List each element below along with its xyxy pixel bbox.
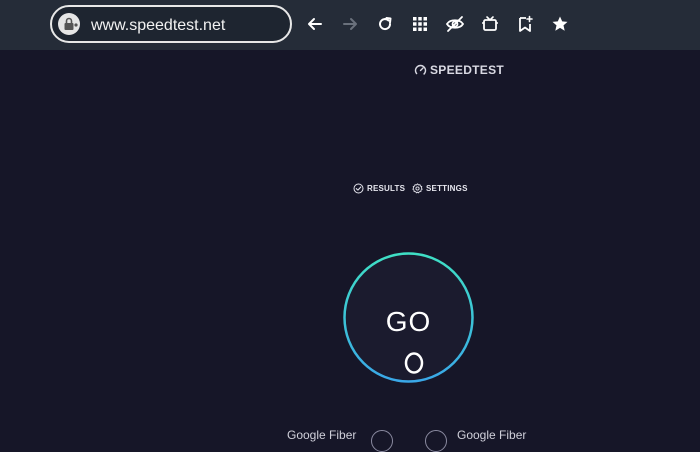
reload-icon[interactable] [372, 11, 398, 37]
eye-off-icon[interactable] [442, 11, 468, 37]
isp-icon [371, 430, 393, 452]
star-icon[interactable] [547, 11, 573, 37]
back-icon[interactable] [302, 11, 328, 37]
url-text[interactable]: www.speedtest.net [91, 17, 225, 35]
gear-icon [412, 182, 423, 193]
check-circle-icon [353, 183, 364, 193]
bookmark-add-icon[interactable] [512, 11, 538, 37]
speedtest-logo[interactable]: SPEEDTEST [414, 62, 504, 78]
settings-label: SETTINGS [426, 183, 468, 193]
tv-icon[interactable] [477, 11, 503, 37]
server-icon [425, 430, 447, 452]
isp-name: Google Fiber [287, 428, 357, 442]
go-label[interactable]: GO [343, 306, 474, 338]
forward-icon[interactable] [337, 11, 363, 37]
speedometer-icon [414, 64, 427, 76]
lock-icon[interactable] [58, 13, 80, 35]
results-label: RESULTS [367, 183, 406, 193]
results-link[interactable]: RESULTS [353, 181, 405, 195]
browser-toolbar: www.speedtest.net [0, 0, 700, 50]
go-indicator [404, 352, 424, 374]
brand-text: SPEEDTEST [430, 63, 505, 77]
address-bar[interactable]: www.speedtest.net [50, 5, 292, 43]
apps-grid-icon[interactable] [407, 11, 433, 37]
server-name[interactable]: Google Fiber [457, 428, 526, 442]
settings-link[interactable]: SETTINGS [412, 181, 468, 195]
